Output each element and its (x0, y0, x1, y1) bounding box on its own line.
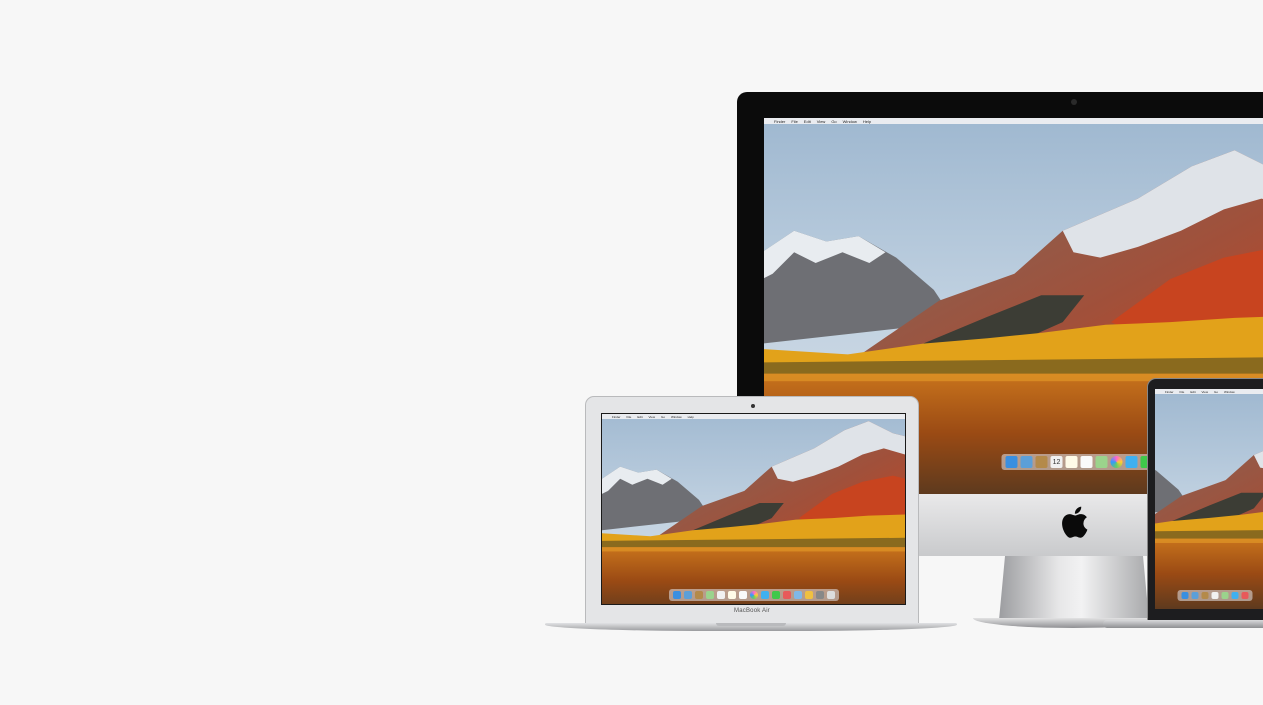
dock-app-icon[interactable] (1201, 592, 1209, 599)
dock-app-icon[interactable] (749, 591, 758, 599)
dock-app-icon[interactable] (804, 591, 813, 599)
menu-edit[interactable]: Edit (1190, 390, 1195, 394)
dock-app-icon[interactable] (1221, 592, 1229, 599)
macbook-pro: Finder File Edit View Go Window (1103, 378, 1263, 638)
camera-icon (1071, 99, 1077, 105)
macbook-air: Finder File Edit View Go Window Help Mac… (545, 396, 957, 636)
dock-app-icon[interactable] (1231, 592, 1239, 599)
macbook-air-screen: Finder File Edit View Go Window Help (601, 413, 906, 605)
notes-icon[interactable] (1065, 456, 1078, 468)
menu-go[interactable]: Go (1214, 390, 1218, 394)
macbook-pro-base (1103, 620, 1263, 628)
macbook-air-label: MacBook Air (734, 608, 770, 614)
menu-view[interactable]: View (817, 119, 826, 124)
menu-view[interactable]: View (649, 415, 655, 419)
mountain-wallpaper (602, 414, 905, 604)
macbook-air-dock (668, 589, 839, 601)
menu-help[interactable]: Help (863, 119, 871, 124)
dock-app-icon[interactable] (826, 591, 835, 599)
calendar-icon[interactable]: 12 (1050, 456, 1063, 468)
reminders-icon[interactable] (1080, 456, 1093, 468)
dock-app-icon[interactable] (1241, 592, 1249, 599)
dock-app-icon[interactable] (782, 591, 791, 599)
menu-finder[interactable]: Finder (612, 415, 621, 419)
menu-file[interactable]: File (791, 119, 797, 124)
menu-window[interactable]: Window (1224, 390, 1235, 394)
dock-app-icon[interactable] (1211, 592, 1219, 599)
menu-edit[interactable]: Edit (804, 119, 811, 124)
product-scene: Finder File Edit View Go Window Help 12 (0, 0, 1263, 705)
menu-file[interactable]: File (627, 415, 632, 419)
menu-help[interactable]: Help (688, 415, 694, 419)
macbook-pro-lid: Finder File Edit View Go Window (1147, 378, 1263, 622)
mountain-wallpaper (1155, 389, 1263, 609)
menu-window[interactable]: Window (843, 119, 857, 124)
dock-app-icon[interactable] (771, 591, 780, 599)
dock-app-icon[interactable] (672, 591, 681, 599)
menu-window[interactable]: Window (671, 415, 682, 419)
apple-logo-icon (1062, 506, 1088, 538)
dock-app-icon[interactable] (1181, 592, 1189, 599)
macbook-air-notch (716, 623, 786, 626)
camera-icon (751, 404, 755, 408)
dock-app-icon[interactable] (815, 591, 824, 599)
menu-view[interactable]: View (1202, 390, 1208, 394)
macbook-air-menu-bar: Finder File Edit View Go Window Help (602, 414, 905, 419)
macbook-pro-screen: Finder File Edit View Go Window (1155, 389, 1263, 609)
menu-edit[interactable]: Edit (637, 415, 642, 419)
macbook-pro-menu-bar: Finder File Edit View Go Window (1155, 389, 1263, 394)
dock-app-icon[interactable] (705, 591, 714, 599)
dock-app-icon[interactable] (683, 591, 692, 599)
menu-finder[interactable]: Finder (774, 119, 785, 124)
dock-app-icon[interactable] (1191, 592, 1199, 599)
menu-finder[interactable]: Finder (1165, 390, 1174, 394)
dock-app-icon[interactable] (1035, 456, 1048, 468)
menu-file[interactable]: File (1180, 390, 1185, 394)
dock-app-icon[interactable] (1005, 456, 1018, 468)
dock-app-icon[interactable] (694, 591, 703, 599)
menu-go[interactable]: Go (831, 119, 836, 124)
dock-app-icon[interactable] (727, 591, 736, 599)
macbook-pro-dock (1177, 590, 1253, 601)
dock-app-icon[interactable] (760, 591, 769, 599)
menu-go[interactable]: Go (661, 415, 665, 419)
macbook-air-lid: Finder File Edit View Go Window Help Mac… (585, 396, 919, 624)
dock-app-icon[interactable] (716, 591, 725, 599)
imac-menu-bar: Finder File Edit View Go Window Help (764, 118, 1263, 124)
dock-app-icon[interactable] (1020, 456, 1033, 468)
dock-app-icon[interactable] (738, 591, 747, 599)
dock-app-icon[interactable] (793, 591, 802, 599)
